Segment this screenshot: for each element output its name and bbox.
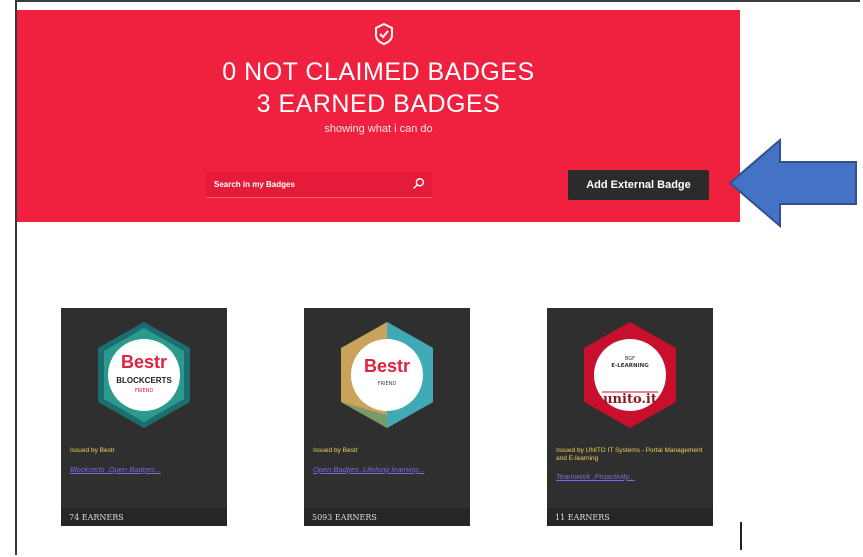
shield-check-icon	[375, 22, 393, 46]
badge-line-2: E-LEARNING	[611, 363, 649, 369]
badge-card[interactable]: Bestr FRIEND Issued by Bestr Open Badges…	[304, 308, 470, 526]
search-icon[interactable]	[412, 177, 426, 191]
badge-line-1: BGF	[624, 356, 636, 362]
not-claimed-count: 0 NOT CLAIMED BADGES	[222, 58, 535, 86]
header-subtitle: showing what i can do	[324, 123, 433, 135]
earner-count: 11 EARNERS	[555, 513, 610, 522]
badge-logo-text: unito.it	[603, 392, 657, 407]
unito-elearning-badge-image	[584, 322, 676, 428]
bestr-blockcerts-badge-image	[98, 322, 190, 428]
badge-subtitle: BLOCKCERTS	[116, 376, 172, 385]
earner-count: 5093 EARNERS	[312, 513, 377, 522]
left-arrow-annotation-icon	[728, 137, 857, 229]
add-external-badge-button[interactable]: Add External Badge	[568, 170, 709, 200]
search-input[interactable]	[206, 172, 401, 197]
badge-tags-link[interactable]: Teamwork ,Proactivity...	[556, 472, 706, 481]
badge-card[interactable]: Bestr BLOCKCERTS FRIEND Issued by Bestr …	[61, 308, 227, 526]
badge-issuer: Issued by UNITO IT Systems - Portal Mana…	[556, 447, 703, 462]
text-cursor	[740, 522, 742, 550]
badge-tags-link[interactable]: Blockcerts ,Open Badges...	[70, 465, 220, 474]
badge-tag: FRIEND	[377, 381, 397, 387]
earner-count: 74 EARNERS	[69, 513, 124, 522]
badge-issuer: Issued by Bestr	[313, 447, 358, 454]
earned-count: 3 EARNED BADGES	[256, 90, 501, 118]
badge-issuer: Issued by Bestr	[70, 447, 115, 454]
badge-tags-link[interactable]: Open Badges ,Lifelong learning...	[313, 465, 463, 474]
badge-logo-text: Bestr	[363, 356, 411, 376]
badge-tag: FRIEND	[134, 388, 154, 394]
badge-logo-text: Bestr	[120, 352, 168, 372]
search-box	[206, 172, 432, 198]
badge-card[interactable]: BGF E-LEARNING unito.it Issued by UNITO …	[547, 308, 713, 526]
